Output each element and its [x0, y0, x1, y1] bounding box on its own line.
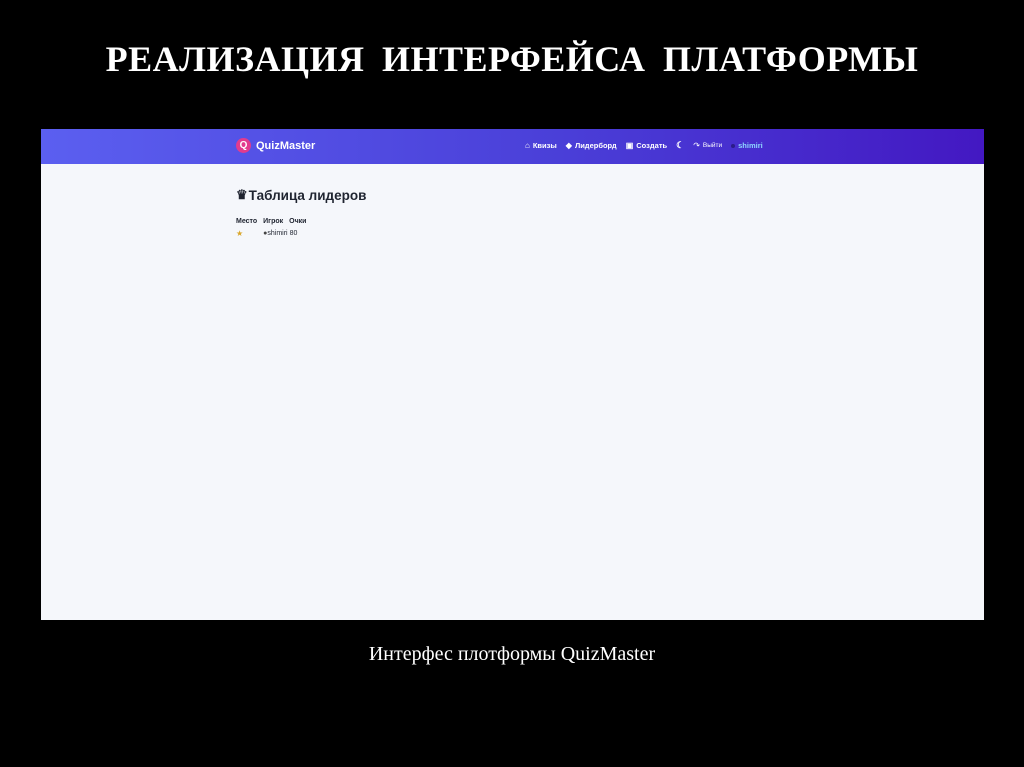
column-header-place: Место	[236, 218, 258, 225]
column-header-player: Игрок	[263, 218, 284, 225]
logout-button[interactable]: ↷ Выйти	[693, 140, 723, 150]
slide-caption: Интерфес плотформы QuizMaster	[368, 643, 656, 665]
player-name: shimiri	[267, 230, 288, 237]
slide-title: РЕАЛИЗАЦИЯ ИНТЕРФЕЙСА ПЛАТФОРМЫ	[105, 39, 919, 79]
quizmaster-logo-icon: Q	[236, 138, 251, 153]
user-profile-link[interactable]: shimiri	[731, 141, 763, 150]
player-cell: ●shimiri 80	[263, 229, 312, 238]
nav-leaderboard-label: Лидерборд	[574, 141, 617, 150]
user-icon	[731, 143, 736, 148]
nav-leaderboard[interactable]: ◆ Лидерборд	[566, 141, 617, 150]
brand-name: QuizMaster	[256, 139, 316, 152]
trophy-icon: ◆	[565, 140, 572, 150]
nav-quizzes[interactable]: ⌂ Квизы	[525, 141, 557, 150]
page-title: ♛ Таблица лидеров	[236, 187, 366, 203]
plus-square-icon: ▣	[625, 140, 634, 150]
page-title-text: Таблица лидеров	[248, 187, 367, 203]
column-header-score: Очки	[289, 218, 307, 225]
logout-icon: ↷	[693, 140, 700, 150]
nav-links: ⌂ Квизы ◆ Лидерборд ▣ Создать ☾ ↷ Выйти	[525, 140, 763, 151]
table-row: ★ ●shimiri 80	[236, 229, 312, 238]
app-screenshot: Q QuizMaster ⌂ Квизы ◆ Лидерборд ▣ Созда…	[41, 129, 984, 620]
nav-create-label: Создать	[636, 141, 668, 150]
place-cell: ★	[236, 229, 263, 238]
theme-toggle-button[interactable]: ☾	[676, 141, 684, 150]
player-score: 80	[289, 230, 298, 237]
nav-create[interactable]: ▣ Создать	[626, 141, 667, 150]
navbar: Q QuizMaster ⌂ Квизы ◆ Лидерборд ▣ Созда…	[41, 129, 984, 164]
brand-logo-link[interactable]: Q QuizMaster	[236, 138, 315, 153]
leaderboard-table: Место Игрок Очки ★ ●shimiri 80	[236, 218, 312, 238]
moon-icon: ☾	[676, 140, 685, 150]
username-label: shimiri	[738, 141, 763, 150]
presentation-slide: РЕАЛИЗАЦИЯ ИНТЕРФЕЙСА ПЛАТФОРМЫ Q QuizMa…	[0, 0, 1024, 767]
medal-icon: ★	[236, 229, 244, 238]
home-icon: ⌂	[525, 140, 530, 150]
logout-label: Выйти	[702, 142, 723, 149]
crown-icon: ♛	[236, 187, 248, 202]
table-header-row: Место Игрок Очки	[236, 218, 312, 229]
nav-quizzes-label: Квизы	[532, 141, 557, 150]
page-content: ♛ Таблица лидеров Место Игрок Очки ★ ●sh…	[236, 187, 366, 238]
